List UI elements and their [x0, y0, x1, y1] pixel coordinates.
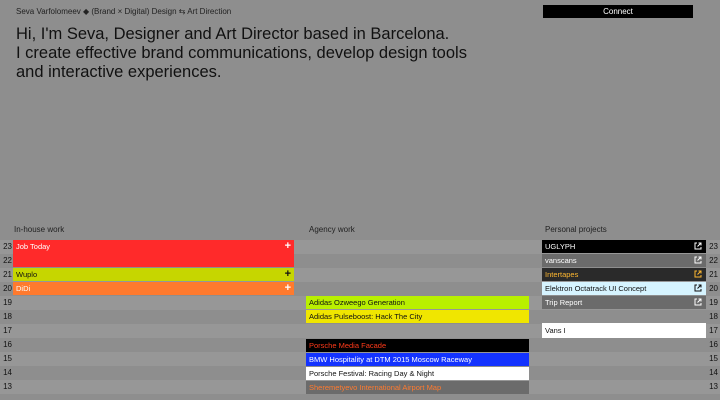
year-label: 13 [3, 382, 12, 391]
breadcrumb: Seva Varfolomeev ◆ (Brand × Digital) Des… [16, 7, 232, 16]
connect-button[interactable]: Connect [543, 5, 693, 18]
hero-intro: Hi, I'm Seva, Designer and Art Director … [16, 25, 536, 82]
external-link-icon[interactable] [694, 298, 702, 306]
year-label: 23 [709, 242, 718, 251]
project-vans-i[interactable]: Vans I [542, 323, 706, 338]
project-label: Trip Report [545, 298, 583, 307]
column-heading-personal: Personal projects [545, 225, 607, 234]
project-sheremetyevo-map[interactable]: Sheremetyevo International Airport Map [306, 381, 529, 394]
year-label: 15 [3, 354, 12, 363]
project-adidas-pulseboost[interactable]: Adidas Pulseboost: Hack The City [306, 310, 529, 323]
project-job-today[interactable]: Job Today + [13, 240, 294, 267]
project-label: Adidas Pulseboost: Hack The City [309, 312, 423, 321]
project-label: Elektron Octatrack UI Concept [545, 284, 647, 293]
hero-line: Hi, I'm Seva, Designer and Art Director … [16, 25, 450, 43]
project-bmw-hospitality[interactable]: BMW Hospitality at DTM 2015 Moscow Racew… [306, 353, 529, 366]
project-adidas-ozweego[interactable]: Adidas Ozweego Generation [306, 296, 529, 309]
project-vanscans[interactable]: vanscans [542, 254, 706, 267]
year-label: 17 [3, 326, 12, 335]
column-heading-inhouse: In-house work [14, 225, 65, 234]
year-label: 20 [3, 284, 12, 293]
plus-icon[interactable]: + [285, 282, 291, 294]
external-link-icon[interactable] [694, 270, 702, 278]
year-label: 17 [709, 326, 718, 335]
plus-icon[interactable]: + [285, 240, 291, 252]
year-label: 16 [3, 340, 12, 349]
project-trip-report[interactable]: Trip Report [542, 296, 706, 309]
external-link-icon[interactable] [694, 256, 702, 264]
project-elektron-octatrack[interactable]: Elektron Octatrack UI Concept [542, 282, 706, 295]
year-label: 18 [3, 312, 12, 321]
project-label: Wuplo [16, 270, 38, 279]
project-label: vanscans [545, 256, 577, 265]
hero-line: and interactive experiences. [16, 63, 222, 81]
year-label: 21 [709, 270, 718, 279]
hero-line: I create effective brand communications,… [16, 44, 467, 62]
project-label: Adidas Ozweego Generation [309, 298, 405, 307]
project-label: Porsche Festival: Racing Day & Night [309, 369, 435, 378]
year-label: 19 [3, 298, 12, 307]
year-label: 16 [709, 340, 718, 349]
project-porsche-media-facade[interactable]: Porsche Media Facade [306, 339, 529, 352]
project-label: Porsche Media Facade [309, 341, 387, 350]
project-label: Intertapes [545, 270, 579, 279]
column-heading-agency: Agency work [309, 225, 355, 234]
project-label: Job Today [16, 242, 51, 251]
project-label: DiDi [16, 284, 31, 293]
year-label: 15 [709, 354, 718, 363]
project-label: Vans I [545, 326, 566, 335]
year-label: 22 [709, 256, 718, 265]
project-label: Sheremetyevo International Airport Map [309, 383, 442, 392]
external-link-icon[interactable] [694, 284, 702, 292]
project-porsche-festival[interactable]: Porsche Festival: Racing Day & Night [306, 367, 529, 380]
project-intertapes[interactable]: Intertapes [542, 268, 706, 281]
project-didi[interactable]: DiDi + [13, 282, 294, 295]
project-label: BMW Hospitality at DTM 2015 Moscow Racew… [309, 355, 472, 364]
year-label: 23 [3, 242, 12, 251]
year-label: 22 [3, 256, 12, 265]
year-label: 14 [3, 368, 12, 377]
project-label: UGLYPH [545, 242, 576, 251]
year-label: 18 [709, 312, 718, 321]
external-link-icon[interactable] [694, 242, 702, 250]
year-label: 19 [709, 298, 718, 307]
year-label: 13 [709, 382, 718, 391]
project-wuplo[interactable]: Wuplo + [13, 268, 294, 281]
year-label: 20 [709, 284, 718, 293]
year-label: 21 [3, 270, 12, 279]
year-label: 14 [709, 368, 718, 377]
plus-icon[interactable]: + [285, 268, 291, 280]
project-uglyph[interactable]: UGLYPH [542, 240, 706, 253]
